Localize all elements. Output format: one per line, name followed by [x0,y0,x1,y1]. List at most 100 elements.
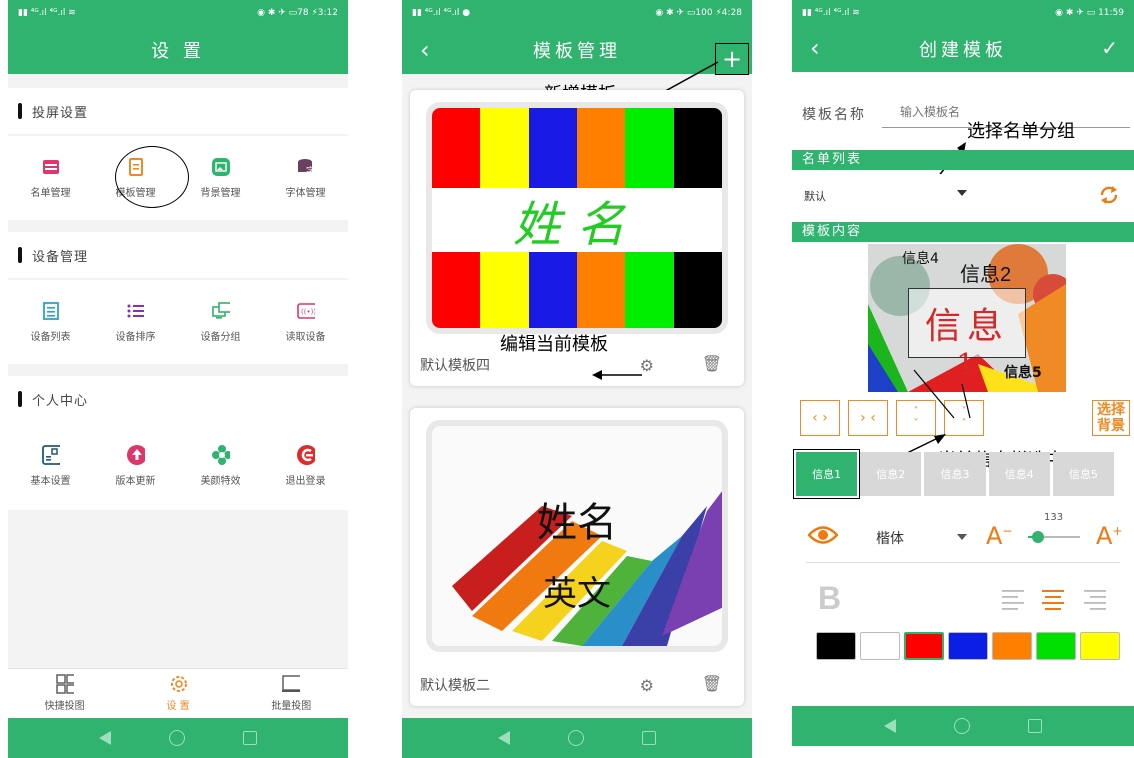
page-title: 设 置 [8,26,348,74]
color-stripe [432,252,481,328]
list-section-header: 名单列表 [792,150,1134,170]
system-nav-bar [402,718,752,758]
template-name-row: 模板名称 [792,94,1134,134]
home-nav-icon[interactable] [169,730,185,746]
gear-icon [169,675,187,693]
logout-icon [296,444,315,465]
eye-icon[interactable] [807,524,839,550]
info-tab-3[interactable]: 信息3 [924,452,986,496]
annotation-select-group: 选择名单分组 [967,121,1075,141]
menu-item-basic-settings[interactable]: 基本设置 [8,422,93,510]
back-nav-icon[interactable] [498,731,510,745]
tab-quick-cast[interactable]: 快捷投图 [8,669,121,718]
color-stripe [576,252,626,328]
back-icon[interactable]: ‹ [420,36,430,64]
font-family-select[interactable]: 楷体 [876,528,904,548]
content-section-header: 模板内容 [792,222,1134,242]
template2-sub-text: 英文 [543,574,611,614]
template-preview-1: 姓名 [426,102,728,334]
menu-item-logout[interactable]: 退出登录 [263,422,348,510]
menu-item-device-group[interactable]: 设备分组 [178,280,263,364]
tab-settings[interactable]: 设 置 [121,669,234,718]
font-increase-button[interactable]: A+ [1096,522,1122,550]
info-tabs: 信息1 信息2 信息3 信息4 信息5 [792,449,1115,499]
home-nav-icon[interactable] [568,730,584,746]
color-swatch[interactable] [1080,632,1120,660]
page-title: ‹ 创建模板 ✓ [792,26,1134,72]
color-swatch[interactable] [816,632,856,660]
color-swatch[interactable] [904,632,944,660]
font-size-slider[interactable] [1028,531,1080,543]
status-bar: ▮▮ ⁴ᴳ.ıl ⁴ᴳ.ıl ● ◉ ✱ ✈ ▭100 ⚡4:28 [402,0,752,26]
align-left-icon[interactable] [1002,588,1026,614]
device-list-icon [42,301,60,320]
color-stripe [625,252,674,328]
list-group-select[interactable]: 默认 [792,174,984,214]
font-decrease-button[interactable]: A− [986,522,1012,550]
slider-knob[interactable] [1032,531,1045,543]
personal-grid: 基本设置 版本更新 美颜特效 退出登录 [8,422,348,510]
color-stripe [576,108,626,188]
status-bar: ▮▮ ⁴ᴳ.ıl ⁴ᴳ.ıl ≋ ◉ ✱ ✈ ▭ 11:59 [792,0,1134,26]
menu-item-device-list[interactable]: 设备列表 [8,280,93,364]
menu-item-beauty-effect[interactable]: 美颜特效 [178,422,263,510]
color-swatch[interactable] [992,632,1032,660]
system-nav-bar [8,718,348,758]
info-tab-5[interactable]: 信息5 [1052,452,1115,496]
font-icon: 字 [297,158,315,176]
menu-item-device-sort[interactable]: 设备排序 [93,280,178,364]
color-stripe [480,252,529,328]
status-bar: ▮▮ ⁴ᴳ.ıl ⁴ᴳ.ıl ≋ ◉ ✱ ✈ ▭78 ⚡3:12 [8,0,348,26]
signal-icons: ▮▮ ⁴ᴳ.ıl ⁴ᴳ.ıl ≋ [802,8,860,18]
select-background-button[interactable]: 选择背景 [1092,400,1130,436]
upgrade-icon [126,444,145,465]
tab-batch-cast[interactable]: 批量投图 [235,669,348,718]
list-box-icon [42,158,60,176]
expand-horizontal-button[interactable]: ‹ › [800,400,840,436]
back-icon[interactable]: ‹ [810,34,820,62]
menu-item-read-device[interactable]: ((•)) 读取设备 [263,280,348,364]
info-tab-1[interactable]: 信息1 [792,449,861,499]
color-swatch[interactable] [1036,632,1076,660]
confirm-check-icon[interactable]: ✓ [1101,36,1118,60]
menu-item-list-manage[interactable]: 名单管理 [8,136,93,220]
menu-item-version-update[interactable]: 版本更新 [93,422,178,510]
recent-nav-icon[interactable] [1028,719,1042,733]
monitor-group-icon [211,301,230,320]
svg-text:字: 字 [306,165,315,176]
grid-icon [55,674,74,694]
color-stripe [673,108,722,188]
annotation-arrow-edit [592,370,642,380]
bold-button[interactable]: B [818,580,841,617]
bottom-tab-bar: 快捷投图 设 置 批量投图 [8,668,348,718]
gear-icon[interactable]: ⚙ [640,676,654,695]
dropdown-arrow-icon [957,190,967,196]
section-header-personal: 个人中心 [8,376,348,422]
menu-item-template-manage[interactable]: 模板管理 [93,136,189,220]
back-nav-icon[interactable] [884,719,896,733]
align-right-icon[interactable] [1084,588,1108,614]
template-card-2[interactable]: 姓名 英文 默认模板二 ⚙ 🗑 [410,408,744,706]
divider [806,562,1120,563]
color-stripes-top [432,108,722,188]
info-tab-4[interactable]: 信息4 [988,452,1050,496]
menu-item-font-manage[interactable]: 字 字体管理 [263,136,348,220]
template-manage-screen: ▮▮ ⁴ᴳ.ıl ⁴ᴳ.ıl ● ◉ ✱ ✈ ▭100 ⚡4:28 ‹ 模板管理… [402,0,752,758]
recent-nav-icon[interactable] [243,731,257,745]
home-nav-icon[interactable] [954,718,970,734]
color-swatch[interactable] [948,632,988,660]
align-center-icon[interactable] [1042,588,1066,614]
annotation-connector-lines [913,369,971,419]
font-dropdown-icon[interactable] [957,534,967,540]
screen-icon [282,675,301,693]
info-tab-2[interactable]: 信息2 [860,452,922,496]
back-nav-icon[interactable] [99,731,111,745]
trash-icon[interactable]: 🗑 [702,674,722,693]
color-swatch[interactable] [860,632,900,660]
settings-box-icon [41,444,60,465]
trash-icon[interactable]: 🗑 [702,354,722,373]
menu-item-background-manage[interactable]: 背景管理 [178,136,263,220]
refresh-icon[interactable] [1098,184,1120,210]
status-right: ◉ ✱ ✈ ▭78 ⚡3:12 [257,8,338,18]
recent-nav-icon[interactable] [642,731,656,745]
